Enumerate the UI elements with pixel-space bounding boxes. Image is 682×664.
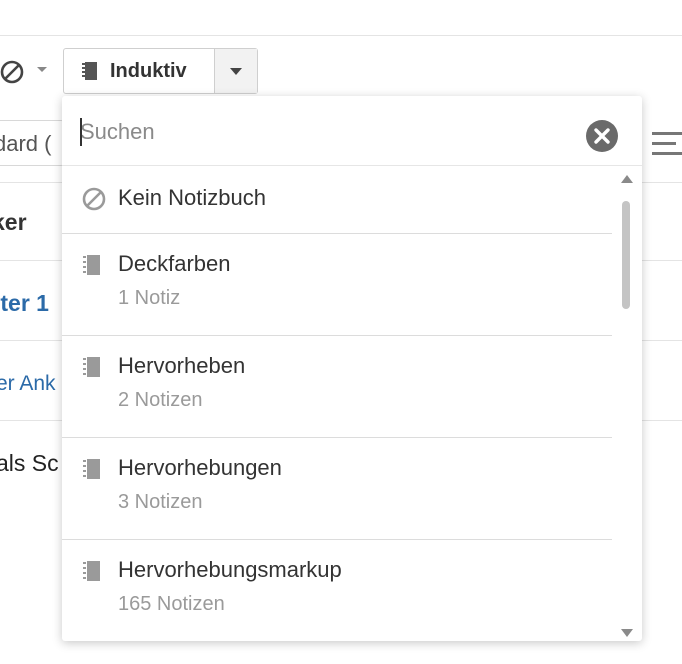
notebook-dropdown: Kein Notizbuch Deckfarben 1 Notiz Hervor… xyxy=(62,96,642,641)
body-text: als Sc xyxy=(0,450,59,476)
list-item-count: 2 Notizen xyxy=(118,389,203,411)
list-item-count: 165 Notizen xyxy=(118,593,225,615)
list-item-title: Hervorhebungsmarkup xyxy=(118,557,342,582)
chevron-down-icon xyxy=(230,67,242,75)
clear-icon[interactable] xyxy=(586,120,618,152)
list-item-title: Deckfarben xyxy=(118,251,231,276)
notebook-list: Kein Notizbuch Deckfarben 1 Notiz Hervor… xyxy=(62,166,612,641)
list-item-title: Hervorhebungen xyxy=(118,455,282,480)
search-input[interactable] xyxy=(80,116,570,148)
ban-icon xyxy=(0,60,24,84)
text-cursor xyxy=(80,118,82,146)
list-item-notebook[interactable]: Hervorhebungen 3 Notizen xyxy=(62,438,612,540)
scrollbar-thumb[interactable] xyxy=(622,201,630,309)
notebook-icon xyxy=(82,62,97,80)
scroll-down-arrow-icon[interactable] xyxy=(620,628,634,638)
list-item-count: 3 Notizen xyxy=(118,491,203,513)
notebook-select-main[interactable]: Induktiv xyxy=(64,49,215,93)
list-item-notebook[interactable]: Hervorhebungsmarkup 165 Notizen xyxy=(62,540,612,641)
notebook-icon xyxy=(83,255,100,275)
anchor-link[interactable]: er Ank xyxy=(0,368,64,400)
scroll-up-arrow-icon[interactable] xyxy=(620,174,634,184)
notebook-icon xyxy=(83,561,100,581)
notebook-select-label: Induktiv xyxy=(110,59,187,82)
notebook-icon xyxy=(83,459,100,479)
search-box xyxy=(62,96,642,166)
filter-link[interactable]: lter 1 xyxy=(0,287,64,319)
align-left-icon[interactable] xyxy=(650,128,682,160)
list-item-notebook[interactable]: Hervorheben 2 Notizen xyxy=(62,336,612,438)
notebook-icon xyxy=(83,357,100,377)
template-select[interactable]: dard ( xyxy=(0,120,64,166)
list-item-title: Kein Notizbuch xyxy=(118,185,266,210)
list-item-notebook[interactable]: Deckfarben 1 Notiz xyxy=(62,234,612,336)
notebook-select-button[interactable]: Induktiv xyxy=(63,48,258,94)
section-heading: ker xyxy=(0,209,27,235)
list-item-no-notebook[interactable]: Kein Notizbuch xyxy=(62,166,612,234)
ban-icon xyxy=(82,187,106,211)
header-divider xyxy=(0,35,682,36)
chevron-down-icon[interactable] xyxy=(36,66,48,74)
list-item-title: Hervorheben xyxy=(118,353,246,378)
notebook-select-toggle[interactable] xyxy=(215,49,257,93)
list-item-count: 1 Notiz xyxy=(118,287,181,309)
